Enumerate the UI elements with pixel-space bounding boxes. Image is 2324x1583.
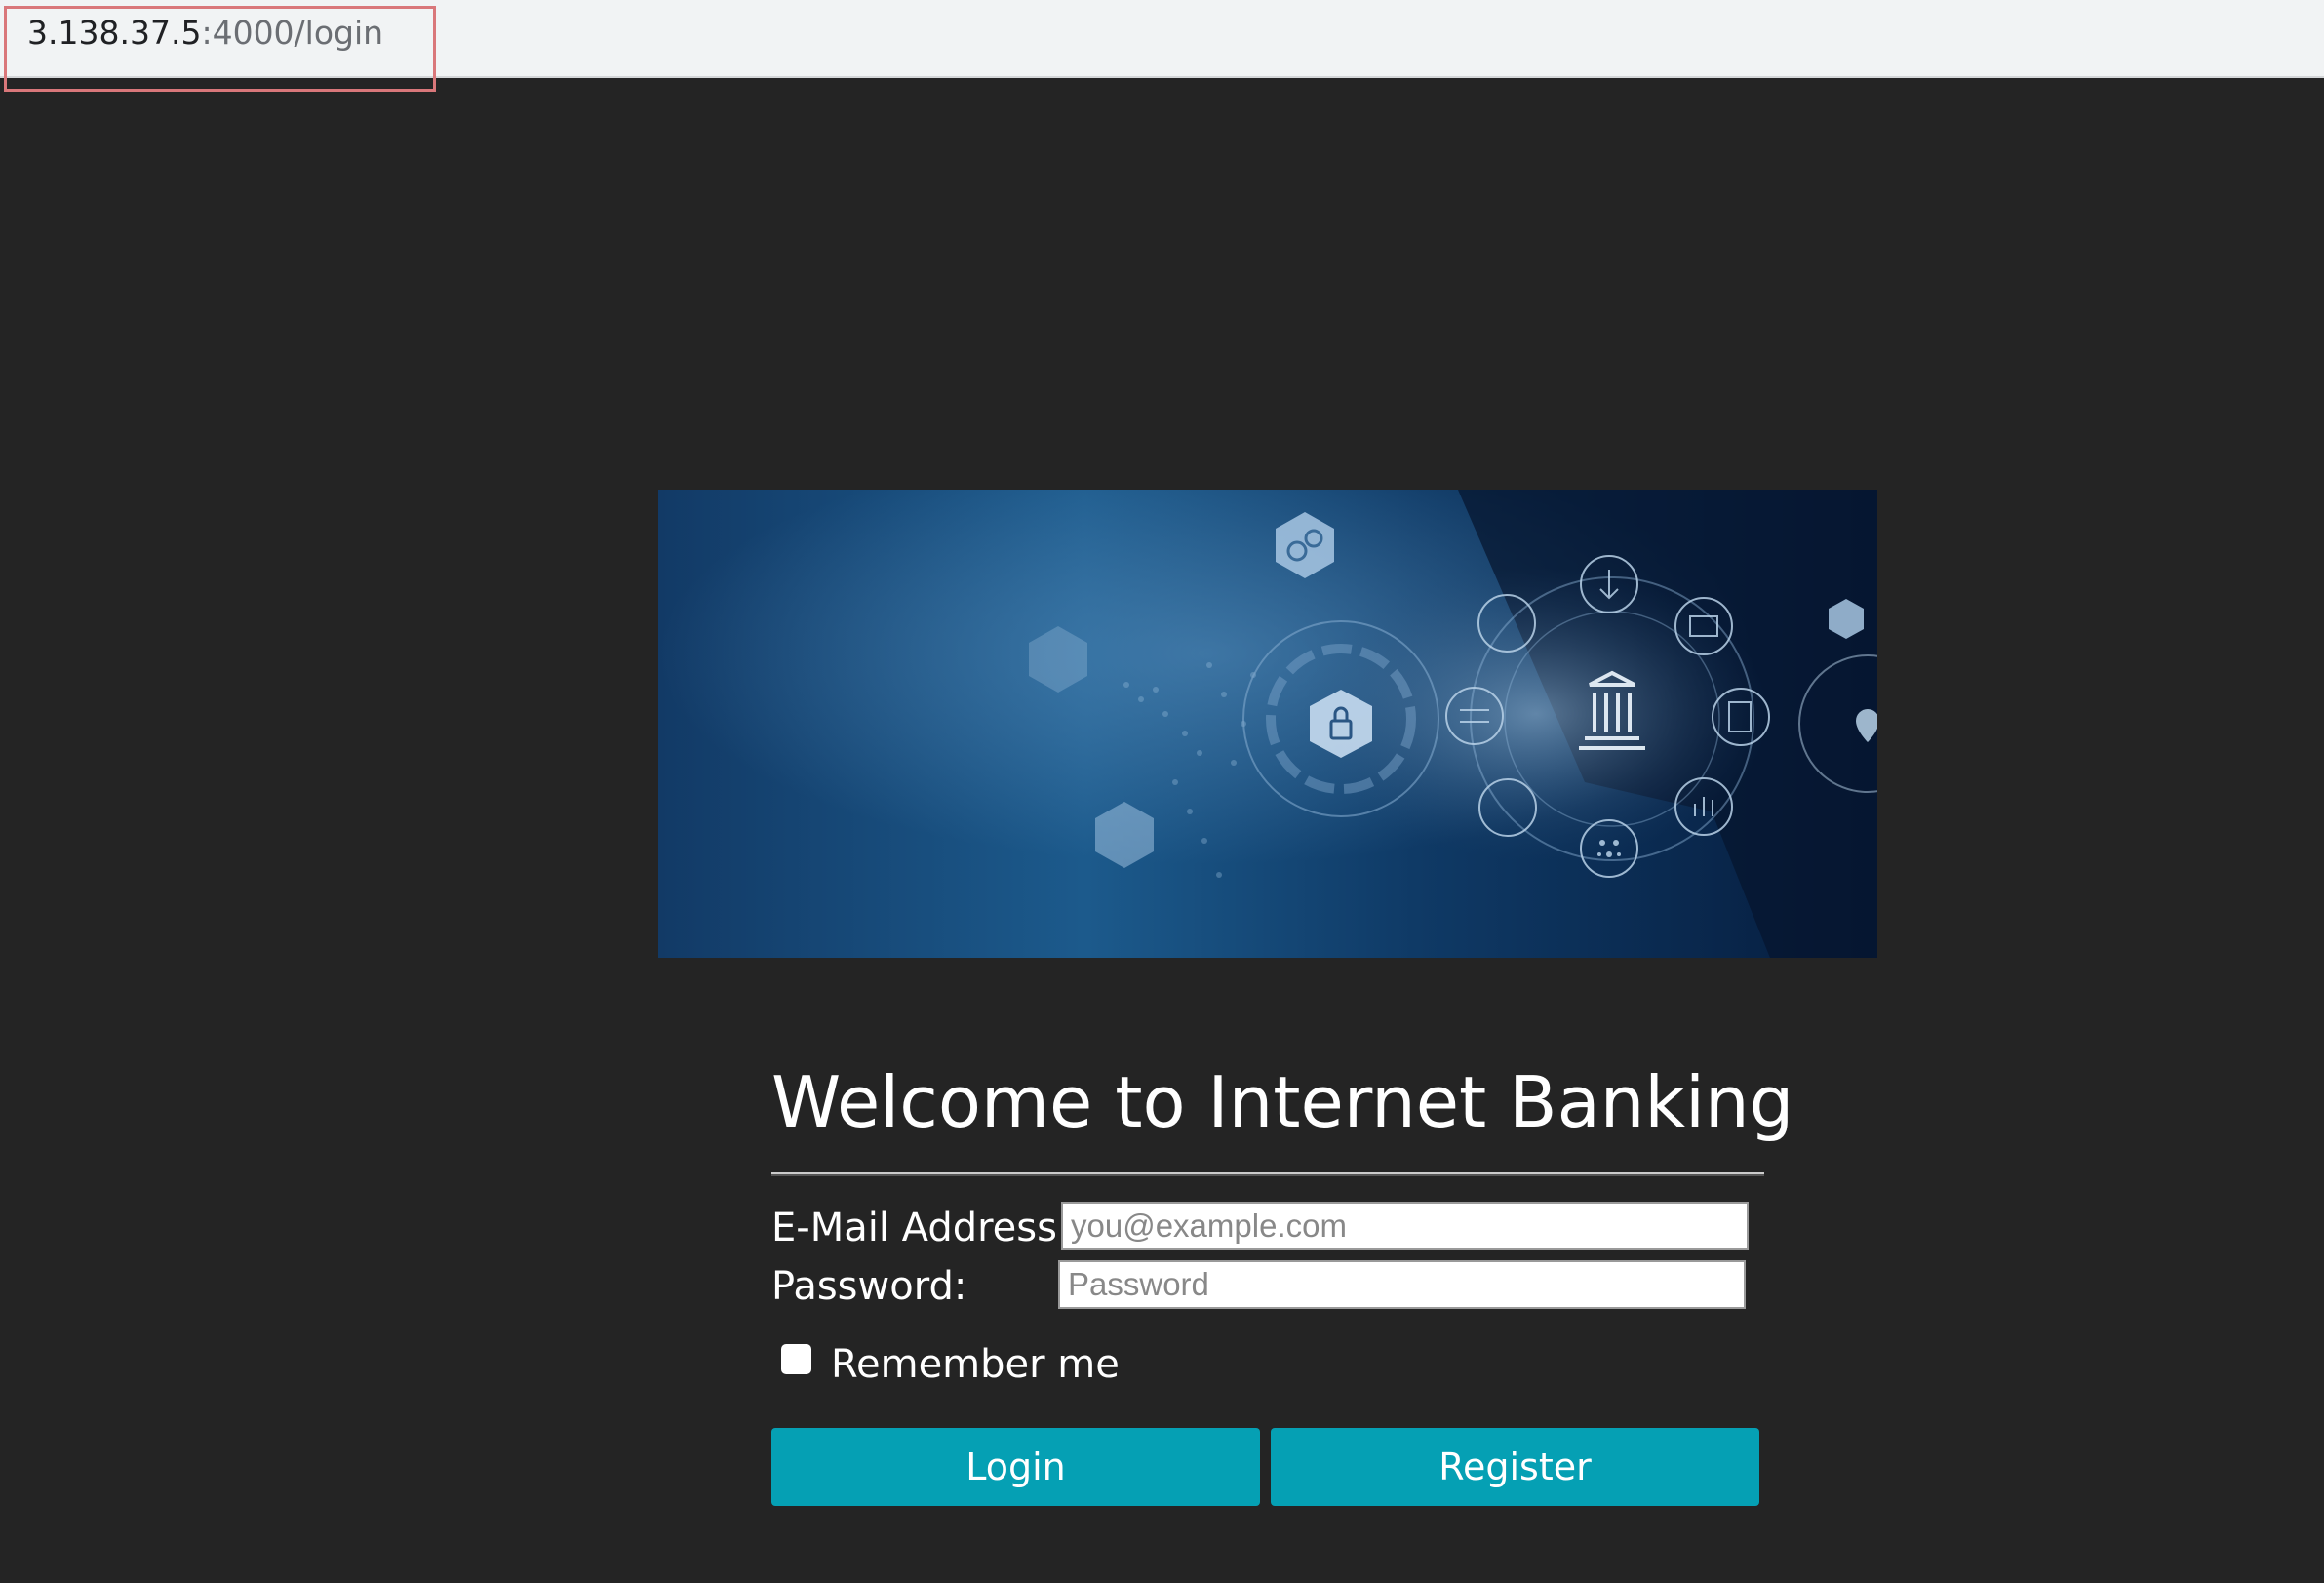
email-label: E-Mail Address:: [771, 1206, 1071, 1250]
password-label: Password:: [771, 1264, 967, 1309]
email-placeholder: you@example.com: [1071, 1207, 1347, 1244]
register-button[interactable]: Register: [1271, 1428, 1759, 1506]
remember-me-label[interactable]: Remember me: [831, 1338, 1120, 1391]
title-divider: [771, 1172, 1764, 1176]
page-title: Welcome to Internet Banking: [771, 1061, 1794, 1143]
email-row: E-Mail Address: you@example.com: [771, 1202, 1764, 1254]
login-button[interactable]: Login: [771, 1428, 1260, 1506]
password-placeholder: Password: [1068, 1266, 1209, 1302]
email-field[interactable]: you@example.com: [1061, 1202, 1749, 1250]
password-row: Password: Password: [771, 1260, 1764, 1313]
remember-me-checkbox[interactable]: [781, 1344, 811, 1374]
password-field[interactable]: Password: [1058, 1260, 1746, 1309]
hero-banner-image: [658, 490, 1877, 958]
url-highlight-box: [4, 6, 436, 92]
login-panel: Welcome to Internet Banking E-Mail Addre…: [771, 1044, 1794, 1506]
